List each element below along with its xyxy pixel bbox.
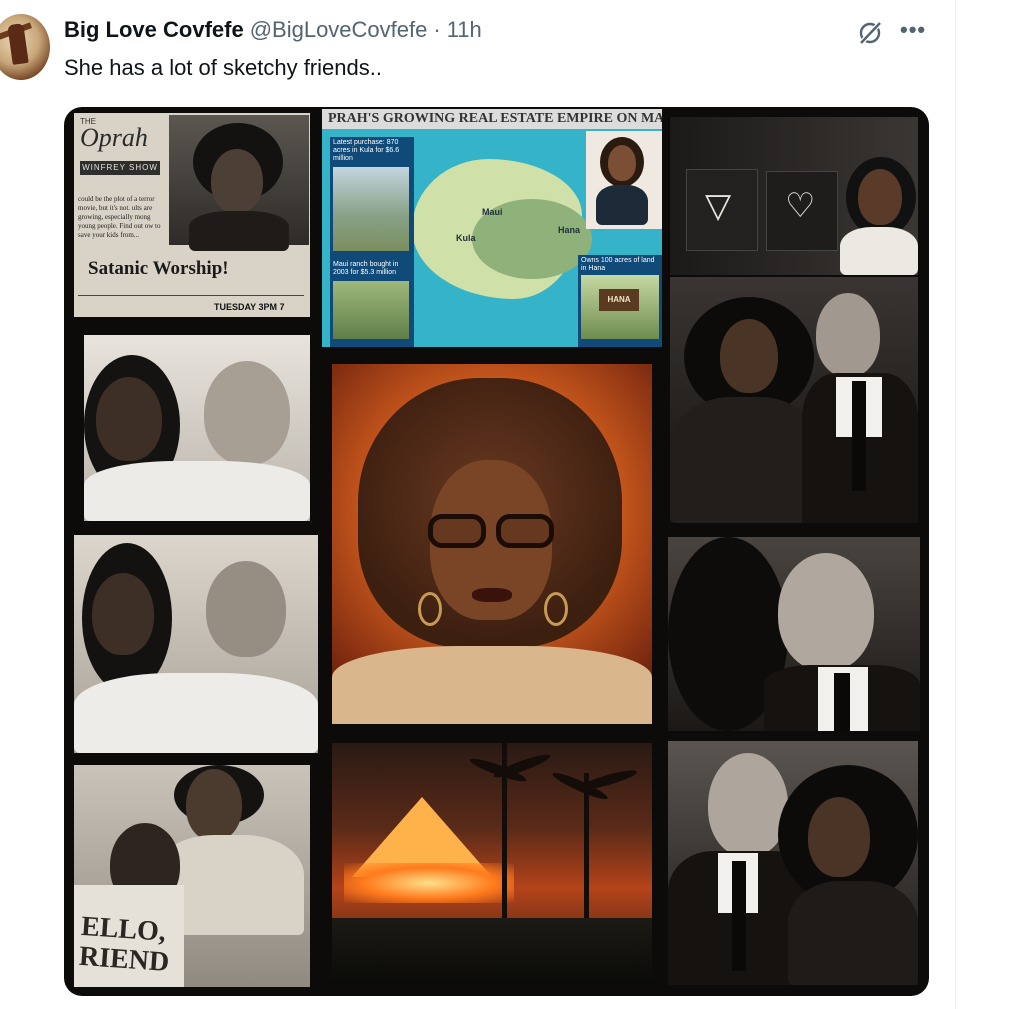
photo-pair-1 — [670, 277, 918, 523]
tweet-header: Big Love Covfefe @BigLoveCovfefe · 11h — [64, 16, 482, 44]
map-box-ranch-text: Maui ranch bought in 2003 for $5.3 milli… — [333, 261, 399, 276]
map-label-hana: Hana — [558, 225, 581, 235]
map-box-ranch: Maui ranch bought in 2003 for $5.3 milli… — [330, 259, 414, 347]
timestamp[interactable]: 11h — [447, 17, 482, 43]
map-box-hana-text: Owns 100 acres of land in Hana — [581, 257, 655, 272]
clipping-rule — [78, 295, 304, 296]
center-portrait — [332, 364, 652, 724]
user-handle[interactable]: @BigLoveCovfefe — [250, 17, 428, 43]
photo-group-3: ELLO, RIEND — [74, 765, 310, 987]
clipping-airtime: TUESDAY 3PM 7 — [214, 302, 285, 312]
photo-pair-3 — [668, 741, 918, 985]
clipping-headline: Satanic Worship! — [88, 258, 229, 279]
tweet-media-image[interactable]: THE Oprah WINFREY SHOW could be the plot… — [64, 107, 929, 996]
map-box-latest-text: Latest purchase: 870 acres in Kula for $… — [333, 139, 400, 162]
hana-sign: HANA — [599, 289, 639, 311]
maui-map: PRAH'S GROWING REAL ESTATE EMPIRE ON MAU… — [322, 109, 662, 347]
display-name[interactable]: Big Love Covfefe — [64, 17, 244, 43]
photo-group-2 — [74, 535, 318, 753]
photo-pair-2 — [668, 537, 920, 731]
shirt-text: ELLO, RIEND — [78, 910, 171, 979]
glasses-icon — [424, 514, 558, 550]
map-label-kula: Kula — [456, 233, 476, 243]
column-divider — [955, 0, 956, 1009]
photo-group-1 — [84, 335, 310, 521]
map-label-maui: Maui — [482, 207, 503, 217]
symbols-photo: ▽ ♡ — [670, 117, 918, 275]
tweet-text: She has a lot of sketchy friends.. — [64, 55, 382, 80]
map-box-latest: Latest purchase: 870 acres in Kula for $… — [330, 137, 414, 261]
wildfire-photo — [332, 743, 652, 985]
map-box-hana: Owns 100 acres of land in Hana HANA — [578, 255, 662, 347]
map-banner: PRAH'S GROWING REAL ESTATE EMPIRE ON MAU… — [322, 109, 662, 129]
clipping-show: WINFREY SHOW — [80, 161, 160, 175]
newspaper-clipping: THE Oprah WINFREY SHOW could be the plot… — [74, 113, 310, 317]
clipping-photo — [169, 115, 309, 251]
clipping-logo: Oprah — [80, 123, 148, 152]
clipping-blurb: could be the plot of a terror movie, but… — [78, 195, 161, 239]
map-portrait — [586, 131, 662, 229]
grok-icon[interactable] — [855, 18, 885, 48]
separator-dot: · — [433, 17, 441, 42]
more-icon[interactable]: ••• — [900, 17, 930, 47]
avatar[interactable] — [0, 14, 50, 80]
